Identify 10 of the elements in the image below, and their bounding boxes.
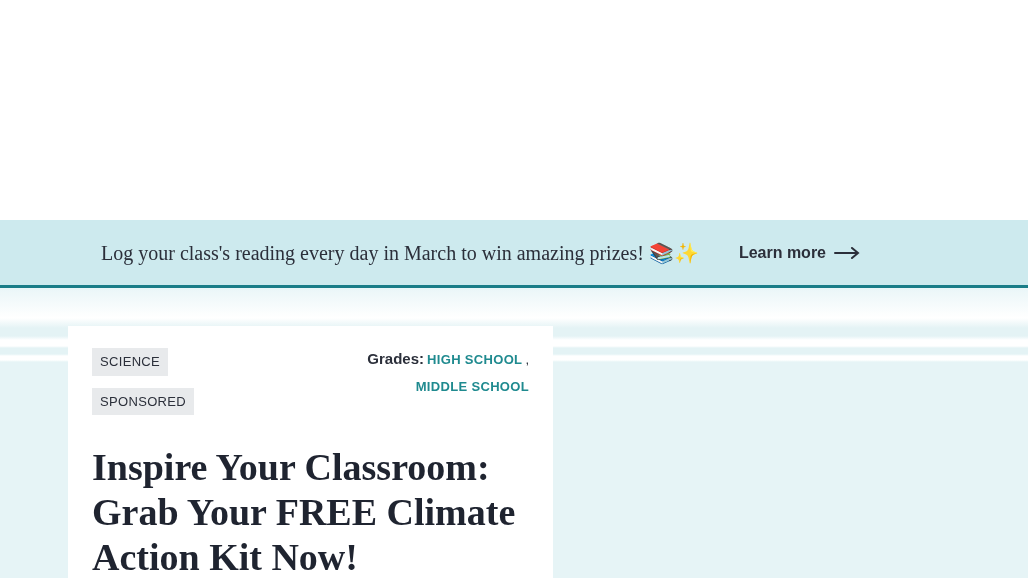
category-tag[interactable]: SCIENCE [92,348,169,376]
arrow-right-icon [834,246,860,259]
grade-link[interactable]: MIDDLE SCHOOL [415,376,529,396]
banner-message: Log your class's reading every day in March to win amazing prizes! 📚✨ [101,240,699,267]
category-tag[interactable]: SPONSORED [92,387,194,415]
learn-more-link[interactable]: Learn more [738,240,860,265]
comma: , [525,351,529,369]
grade-link[interactable]: HIGH SCHOOL [427,350,523,370]
article-title: Inspire Your Classroom: Grab Your FREE Climate Action Kit Now! [92,445,517,578]
grades-label: Grades: [367,349,425,369]
